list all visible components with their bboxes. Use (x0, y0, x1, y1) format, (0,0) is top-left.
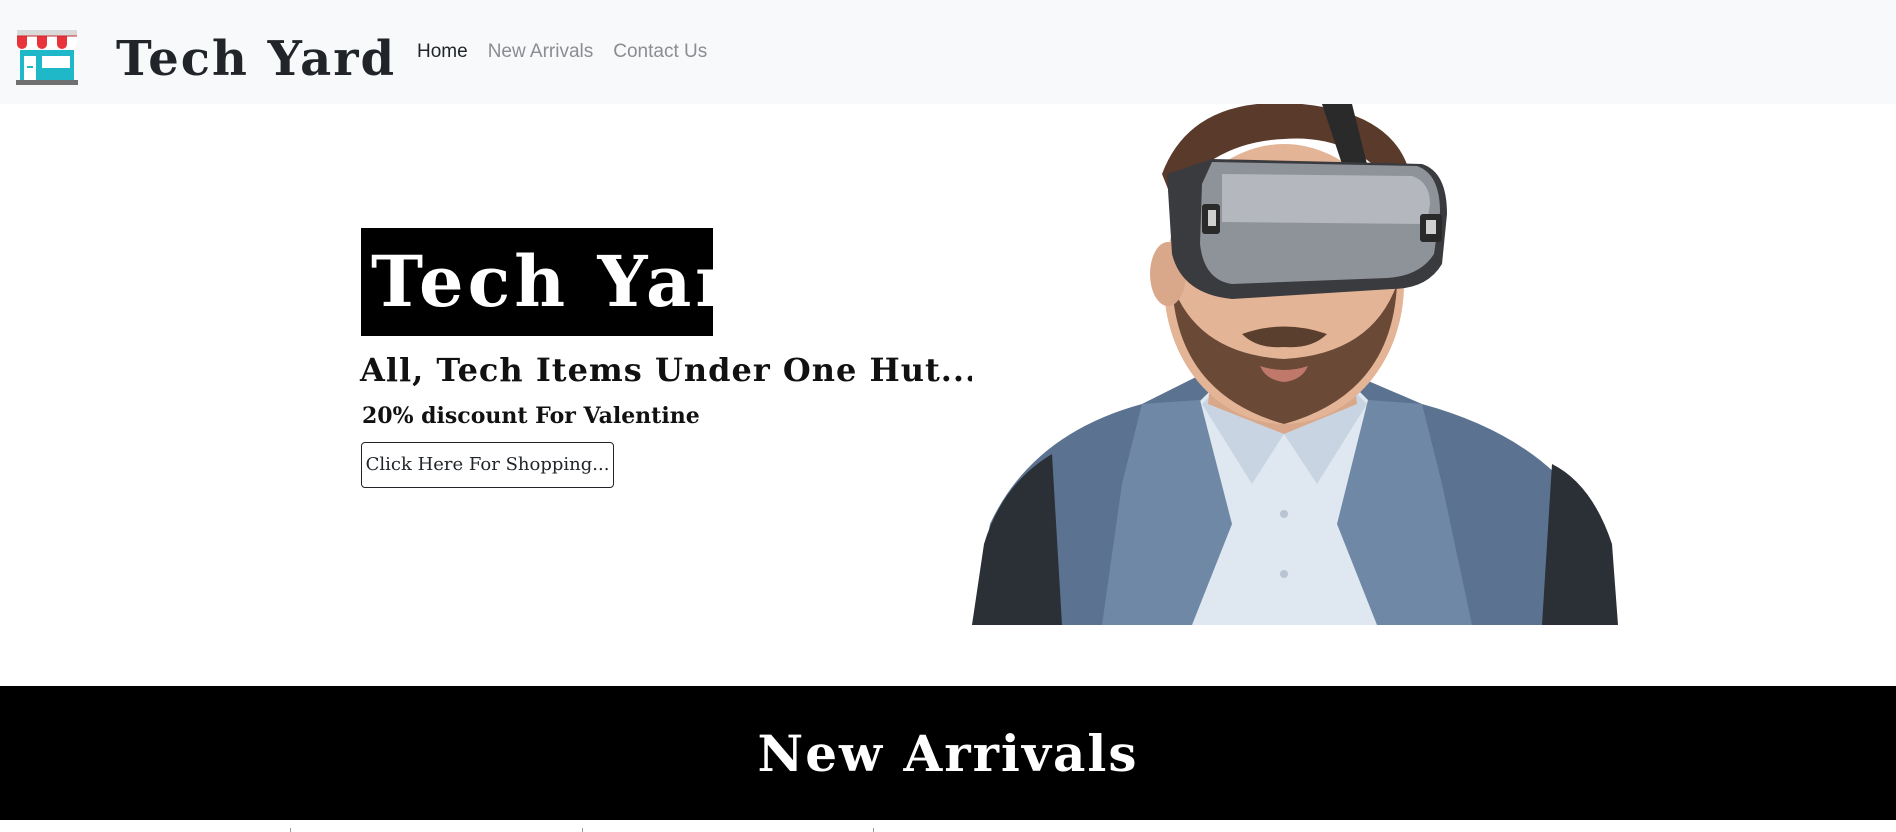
hero-tagline: All, Tech Items Under One Hut... (360, 351, 978, 389)
hero-title: Tech Yard (371, 240, 790, 323)
nav-link-home[interactable]: Home (407, 38, 478, 66)
nav-link-new-arrivals[interactable]: New Arrivals (478, 38, 604, 66)
hero-discount: 20% discount For Valentine (362, 403, 700, 429)
hero-title-box: Tech Yard (361, 228, 785, 336)
product-card-edge (290, 828, 291, 832)
product-card-edge (873, 828, 874, 832)
storefront-icon[interactable] (14, 28, 80, 86)
nav-links: Home New Arrivals Contact Us (407, 38, 717, 66)
brand-name[interactable]: Tech Yard (116, 24, 396, 94)
navbar: Tech Yard Home New Arrivals Contact Us (0, 0, 1896, 104)
nav-link-contact-us[interactable]: Contact Us (603, 38, 717, 66)
new-arrivals-section: New Arrivals (0, 686, 1896, 820)
product-card-edge (582, 828, 583, 832)
shop-now-button[interactable]: Click Here For Shopping... (361, 442, 614, 488)
hero-vr-man-image (972, 104, 1618, 625)
new-arrivals-heading: New Arrivals (757, 724, 1139, 783)
